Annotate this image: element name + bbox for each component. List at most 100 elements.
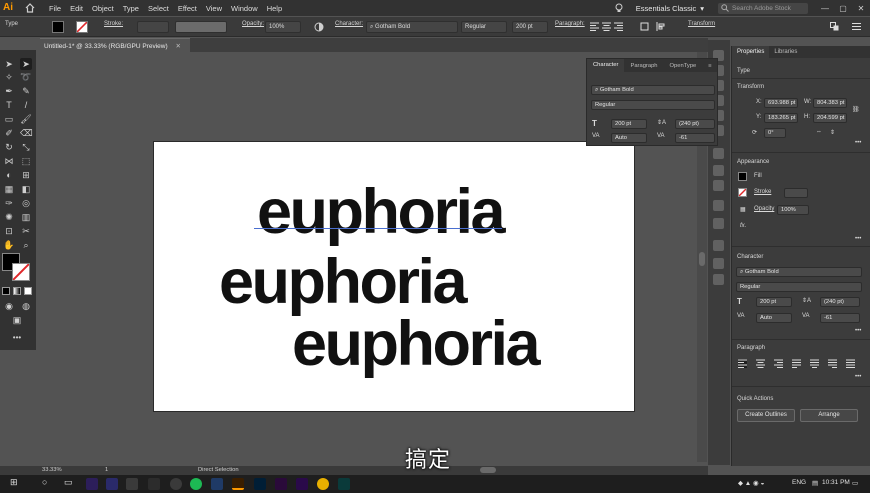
language-indicator[interactable]: ENG xyxy=(792,479,806,486)
appearance-opacity-field[interactable]: 100% xyxy=(777,205,809,215)
app-icon-4[interactable] xyxy=(148,478,160,490)
menu-help[interactable]: Help xyxy=(267,4,282,13)
stroke-weight-field[interactable] xyxy=(137,21,169,33)
shape-builder-icon[interactable]: ◐ xyxy=(3,169,15,181)
selection-tool-icon[interactable]: ➤ xyxy=(3,58,15,70)
notifications-icon[interactable]: ▭ xyxy=(852,479,858,487)
free-transform-icon[interactable]: ⬚ xyxy=(20,155,32,167)
close-button[interactable]: ✕ xyxy=(852,4,870,13)
stroke-panel-icon[interactable] xyxy=(713,148,724,159)
menu-file[interactable]: File xyxy=(49,4,61,13)
rotate-tool-icon[interactable]: ↻ xyxy=(3,141,15,153)
workspace-switcher[interactable]: Essentials Classic ▾ xyxy=(636,4,704,13)
tray-icons[interactable]: ◆ ▲ ◉ ◒ xyxy=(738,479,764,487)
opacity-label[interactable]: Opacity: xyxy=(242,21,264,27)
illustrator-taskbar-icon[interactable] xyxy=(232,478,244,490)
prop-tracking-field[interactable]: -61 xyxy=(820,313,860,323)
app-icon-5[interactable] xyxy=(170,478,182,490)
font-style-select[interactable]: Regular xyxy=(461,21,507,33)
stroke-color-box[interactable] xyxy=(12,263,30,281)
h-field[interactable]: 204.599 pt xyxy=(813,113,847,123)
fill-swatch[interactable] xyxy=(52,21,64,33)
search-taskbar-icon[interactable]: ○ xyxy=(42,477,47,487)
stroke-swatch[interactable] xyxy=(76,21,88,33)
para-align-left-icon[interactable] xyxy=(738,359,747,368)
cp-font-style-select[interactable]: Regular xyxy=(591,100,715,110)
document-tab[interactable]: Untitled-1* @ 33.33% (RGB/GPU Preview) ✕ xyxy=(40,38,190,52)
width-tool-icon[interactable]: ⋈ xyxy=(3,155,15,167)
opacity-field[interactable]: 100% xyxy=(265,21,301,33)
menu-edit[interactable]: Edit xyxy=(70,4,83,13)
menu-object[interactable]: Object xyxy=(92,4,114,13)
cp-tracking-field[interactable]: -61 xyxy=(675,133,715,143)
pen-tool-icon[interactable]: ✒ xyxy=(3,85,15,97)
para-align-center-icon[interactable] xyxy=(756,359,765,368)
slice-tool-icon[interactable]: ✂ xyxy=(20,225,32,237)
para-justify-left-icon[interactable] xyxy=(792,359,801,368)
layers-icon[interactable] xyxy=(713,240,724,251)
appearance-stroke-weight[interactable] xyxy=(784,188,808,198)
prop-font-size-field[interactable]: 200 pt xyxy=(756,297,792,307)
app-icon-1[interactable] xyxy=(86,478,98,490)
flip-horizontal-icon[interactable]: ⇔ xyxy=(816,129,822,135)
character-more-icon[interactable]: ••• xyxy=(855,328,861,334)
flip-vertical-icon[interactable]: ⇕ xyxy=(830,129,835,136)
photoshop-taskbar-icon[interactable] xyxy=(254,478,266,490)
artboard-tool-icon[interactable]: ⊡ xyxy=(3,225,15,237)
prop-kerning-field[interactable]: Auto xyxy=(756,313,792,323)
artboard-text-3[interactable]: euphoria xyxy=(292,313,541,376)
app-icon-3[interactable] xyxy=(126,478,138,490)
appearance-icon[interactable] xyxy=(713,200,724,211)
gradient-mode-icon[interactable] xyxy=(13,287,21,295)
constrain-link-icon[interactable]: ⛓ xyxy=(852,106,860,113)
shaper-tool-icon[interactable]: ✐ xyxy=(3,127,15,139)
character-label[interactable]: Character: xyxy=(335,21,363,27)
rotate-field[interactable]: 0° xyxy=(764,128,786,138)
arrange-icon[interactable] xyxy=(830,22,839,31)
align-right-icon[interactable] xyxy=(614,22,623,31)
lasso-icon[interactable]: ➰ xyxy=(20,71,32,83)
transform-link[interactable]: Transform xyxy=(688,21,715,27)
menu-type[interactable]: Type xyxy=(123,4,139,13)
paragraph-label[interactable]: Paragraph: xyxy=(555,21,585,27)
w-field[interactable]: 804.383 pt xyxy=(813,98,847,108)
create-outlines-button[interactable]: Create Outlines xyxy=(737,409,795,422)
arrange-button[interactable]: Arrange xyxy=(800,409,858,422)
curvature-tool-icon[interactable]: ✎ xyxy=(20,85,32,97)
appearance-opacity-label[interactable]: Opacity xyxy=(754,206,774,212)
transparency-icon[interactable] xyxy=(713,180,724,191)
tab-character[interactable]: Character xyxy=(587,59,625,72)
line-tool-icon[interactable]: / xyxy=(20,99,32,111)
screen-mode-icon[interactable]: ▣ xyxy=(11,314,23,326)
tab-opentype[interactable]: OpenType xyxy=(664,63,703,69)
spotify-icon[interactable] xyxy=(190,478,202,490)
prop-font-family-select[interactable]: ⌕ Gotham Bold xyxy=(736,267,862,277)
prop-leading-field[interactable]: (240 pt) xyxy=(820,297,860,307)
draw-inside-icon[interactable]: ◍ xyxy=(20,300,32,312)
font-family-select[interactable]: ⌕ Gotham Bold xyxy=(366,21,458,33)
hand-tool-icon[interactable]: ✋ xyxy=(3,239,15,251)
export-icon[interactable] xyxy=(713,274,724,285)
task-view-icon[interactable]: ▭ xyxy=(64,477,73,488)
menu-select[interactable]: Select xyxy=(148,4,169,13)
windows-start-icon[interactable]: ⊞ xyxy=(10,477,18,488)
more-tools-icon[interactable]: ••• xyxy=(11,332,23,344)
paragraph-more-icon[interactable]: ••• xyxy=(855,374,861,380)
recolor-icon[interactable] xyxy=(314,22,324,32)
align-panel-icon[interactable] xyxy=(713,218,724,229)
chrome-icon[interactable] xyxy=(317,478,329,490)
app-icon-10[interactable] xyxy=(275,478,287,490)
distribute-icon[interactable] xyxy=(640,22,649,31)
para-align-right-icon[interactable] xyxy=(774,359,783,368)
lightbulb-icon[interactable] xyxy=(614,3,624,13)
y-field[interactable]: 183.265 pt xyxy=(764,113,798,123)
type-tool-icon[interactable]: T xyxy=(3,99,15,111)
menu-window[interactable]: Window xyxy=(231,4,258,13)
appearance-fill-swatch[interactable] xyxy=(738,172,747,181)
tab-paragraph[interactable]: Paragraph xyxy=(624,63,663,69)
panel-menu-icon[interactable]: ≡ xyxy=(702,63,717,69)
tab-properties[interactable]: Properties xyxy=(732,46,770,58)
none-mode-icon[interactable] xyxy=(24,287,32,295)
horizontal-scroll-thumb[interactable] xyxy=(480,467,496,473)
artboard-text-1[interactable]: euphoria xyxy=(257,181,506,244)
